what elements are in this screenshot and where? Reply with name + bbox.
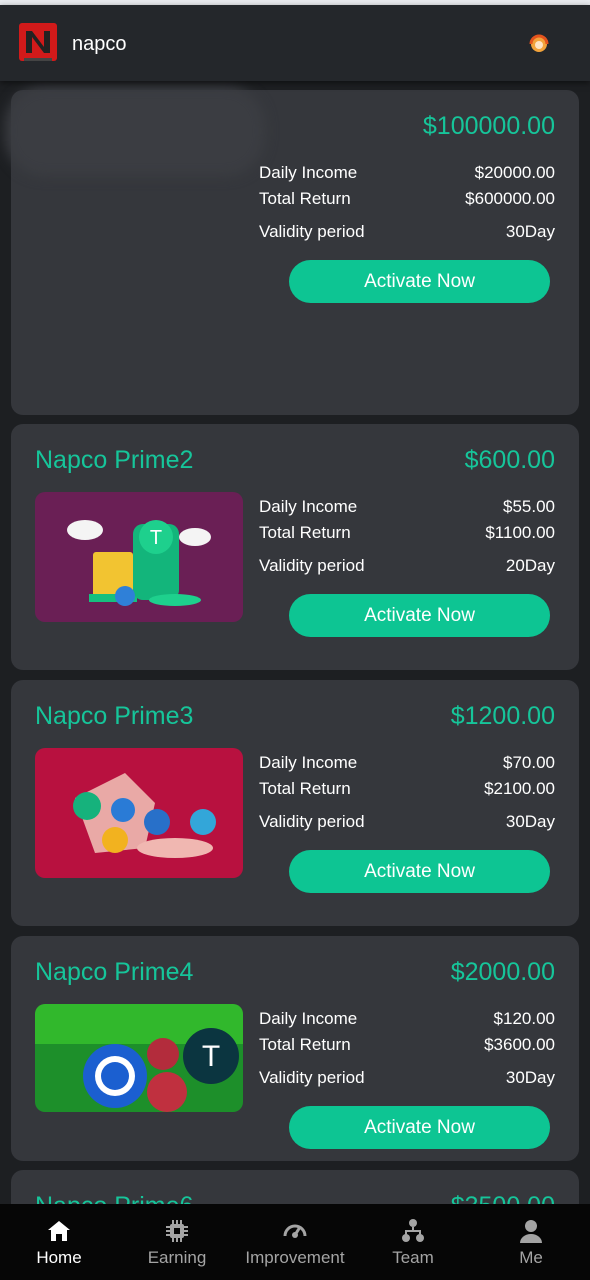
- product-name: Napco Prime4: [35, 958, 194, 986]
- crypto-coins-image: T: [35, 492, 243, 622]
- tab-label: Me: [519, 1248, 543, 1267]
- tab-team[interactable]: Team: [354, 1218, 472, 1268]
- crypto-coins-image: T: [35, 1004, 243, 1112]
- svg-text:T: T: [202, 1040, 220, 1073]
- team-icon: [402, 1219, 424, 1242]
- total-return-value: $3600.00: [484, 1035, 555, 1054]
- tab-label: Team: [392, 1248, 434, 1267]
- tab-label: Home: [36, 1248, 82, 1267]
- total-return-label: Total Return: [259, 189, 351, 208]
- validity-value: 30Day: [505, 1068, 555, 1087]
- daily-income-label: Daily Income: [259, 753, 358, 772]
- daily-income-value: $70.00: [503, 753, 555, 772]
- app-header: napco: [0, 5, 590, 81]
- product-info: Daily Income $20000.00 Total Return $60000…: [259, 160, 555, 245]
- tab-label: Improvement: [245, 1248, 345, 1267]
- daily-income-label: Daily Income: [259, 163, 358, 182]
- total-return-value: $2100.00: [484, 779, 555, 798]
- validity-label: Validity period: [259, 556, 365, 575]
- activate-now-button[interactable]: Activate Now: [289, 850, 550, 893]
- product-card: Napco Prime3 $1200.00 Daily Income $70.00…: [11, 680, 579, 926]
- product-name: Napco Prime3: [35, 702, 194, 730]
- activate-now-button[interactable]: Activate Now: [289, 260, 550, 303]
- total-return-label: Total Return: [259, 523, 351, 542]
- user-icon: [520, 1220, 542, 1243]
- product-price: $100000.00: [422, 112, 555, 140]
- tab-earning[interactable]: Earning: [118, 1218, 236, 1268]
- daily-income-label: Daily Income: [259, 1009, 358, 1028]
- home-icon: [48, 1221, 70, 1241]
- product-card: $100000.00 Daily Income $20000.00 Total R…: [5, 86, 579, 415]
- validity-label: Validity period: [259, 222, 365, 241]
- daily-income-value: $55.00: [503, 497, 555, 516]
- support-icon[interactable]: [528, 33, 550, 55]
- validity-label: Validity period: [259, 812, 365, 831]
- tab-label: Earning: [147, 1248, 207, 1267]
- product-price: $2000.00: [450, 958, 555, 986]
- brand-name: napco: [72, 33, 127, 55]
- bottom-tab-bar: Home Earning Improvement Team Me: [0, 1204, 590, 1280]
- product-price: $1200.00: [450, 702, 555, 730]
- product-card: Napco Prime2 $600.00 T Daily Income $55.0…: [11, 424, 579, 670]
- product-info: Daily Income $70.00 Total Return $2100.00 …: [259, 750, 555, 835]
- validity-value: 30Day: [505, 222, 555, 241]
- tab-improvement[interactable]: Improvement: [236, 1218, 354, 1268]
- product-info: Daily Income $120.00 Total Return $3600.00…: [259, 1006, 555, 1091]
- tab-home[interactable]: Home: [0, 1218, 118, 1268]
- activate-now-button[interactable]: Activate Now: [289, 594, 550, 637]
- daily-income-value: $20000.00: [474, 163, 555, 182]
- crypto-coins-image: [35, 748, 243, 878]
- blurred-area: [5, 86, 265, 176]
- total-return-value: $1100.00: [485, 523, 555, 542]
- activate-now-button[interactable]: Activate Now: [289, 1106, 550, 1149]
- napco-logo: [19, 23, 57, 61]
- daily-income-label: Daily Income: [259, 497, 358, 516]
- chip-icon: [166, 1220, 188, 1242]
- total-return-label: Total Return: [259, 779, 351, 798]
- tab-me[interactable]: Me: [472, 1218, 590, 1268]
- total-return-value: $600000.00: [465, 189, 555, 208]
- validity-label: Validity period: [259, 1068, 365, 1087]
- product-info: Daily Income $55.00 Total Return $1100.00 …: [259, 494, 555, 579]
- product-card: Napco Prime4 $2000.00 T Daily Income $120…: [11, 936, 579, 1161]
- validity-value: 30Day: [505, 812, 555, 831]
- validity-value: 20Day: [505, 556, 555, 575]
- daily-income-value: $120.00: [493, 1009, 555, 1028]
- product-name: Napco Prime2: [35, 446, 194, 474]
- total-return-label: Total Return: [259, 1035, 351, 1054]
- svg-text:T: T: [150, 527, 162, 549]
- gauge-icon: [283, 1224, 307, 1238]
- product-price: $600.00: [464, 446, 555, 474]
